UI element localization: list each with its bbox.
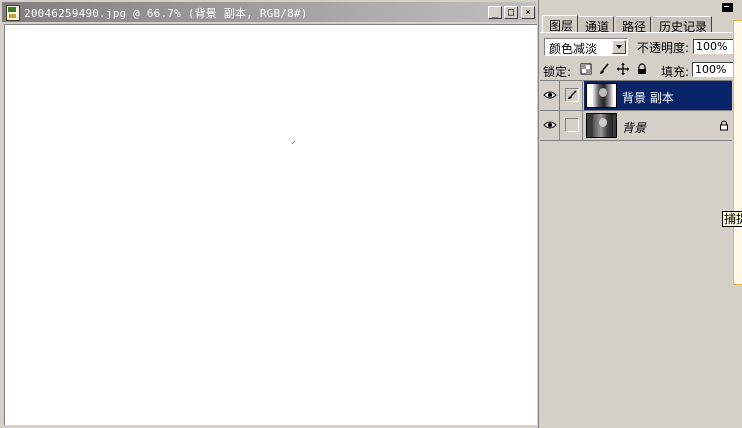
chevron-down-icon[interactable] (612, 40, 626, 54)
brush-box (565, 88, 579, 102)
blend-mode-value: 颜色减淡 (549, 42, 598, 56)
eye-icon (543, 121, 557, 129)
layer-edit-indicator[interactable] (561, 111, 583, 140)
empty-box (565, 118, 579, 132)
lock-all-icon[interactable] (636, 63, 648, 75)
layer-main[interactable]: 背景 副本 (584, 81, 732, 110)
eye-icon (543, 91, 557, 99)
lock-transparency-icon[interactable] (580, 63, 592, 75)
panel-border (733, 20, 742, 285)
layer-row-background-copy[interactable]: 背景 副本 (540, 81, 732, 111)
opacity-label: 不透明度: (637, 41, 690, 55)
document-titlebar[interactable]: 20046259490.jpg @ 66.7% (背景 副本, RGB/8#) … (2, 2, 536, 22)
image-canvas[interactable] (4, 24, 537, 425)
fill-input[interactable]: 100% (692, 62, 734, 77)
tab-history[interactable]: 历史记录 (653, 16, 713, 34)
lock-position-move-icon[interactable] (617, 63, 629, 75)
thumbnail-face (599, 118, 607, 127)
panel-minimize-icon[interactable] (721, 2, 734, 13)
layer-name: 背景 (622, 121, 647, 135)
brush-icon (568, 90, 577, 99)
maximize-button[interactable]: □ (504, 6, 518, 19)
layer-thumbnail (586, 83, 617, 108)
document-title: 20046259490.jpg @ 66.7% (背景 副本, RGB/8#) (24, 7, 308, 20)
fill-label: 填充: (661, 65, 690, 79)
document-image-icon (6, 5, 20, 21)
lock-icon (720, 120, 728, 131)
lock-label: 锁定: (543, 65, 572, 79)
minimize-button[interactable]: _ (488, 6, 502, 19)
panel-title-strip[interactable] (540, 0, 734, 14)
thumbnail-face (599, 88, 607, 97)
opacity-input[interactable]: 100% (693, 39, 734, 54)
layer-main[interactable]: 背景 (584, 111, 732, 140)
layers-list: 背景 副本 背景 (540, 80, 732, 143)
panel-edge (734, 0, 742, 18)
tab-channels[interactable]: 通道 (579, 16, 615, 34)
blend-mode-select[interactable]: 颜色减淡 (544, 38, 628, 56)
tab-paths[interactable]: 路径 (616, 16, 652, 34)
layer-thumbnail (586, 113, 617, 138)
layer-name: 背景 副本 (622, 91, 674, 105)
layer-edit-indicator[interactable] (561, 81, 583, 110)
visibility-toggle[interactable] (540, 81, 560, 110)
tab-divider (540, 32, 734, 33)
tooltip: 捕捉 (722, 211, 742, 227)
lock-image-brush-icon[interactable] (598, 63, 610, 75)
document-window: 20046259490.jpg @ 66.7% (背景 副本, RGB/8#) … (0, 0, 539, 428)
layer-row-background[interactable]: 背景 (540, 111, 732, 141)
close-button[interactable]: × (521, 6, 535, 19)
visibility-toggle[interactable] (540, 111, 560, 140)
tab-layers[interactable]: 图层 (542, 15, 579, 33)
panel-tabs: 图层 通道 路径 历史记录 (540, 14, 734, 34)
canvas-mark (292, 141, 296, 145)
